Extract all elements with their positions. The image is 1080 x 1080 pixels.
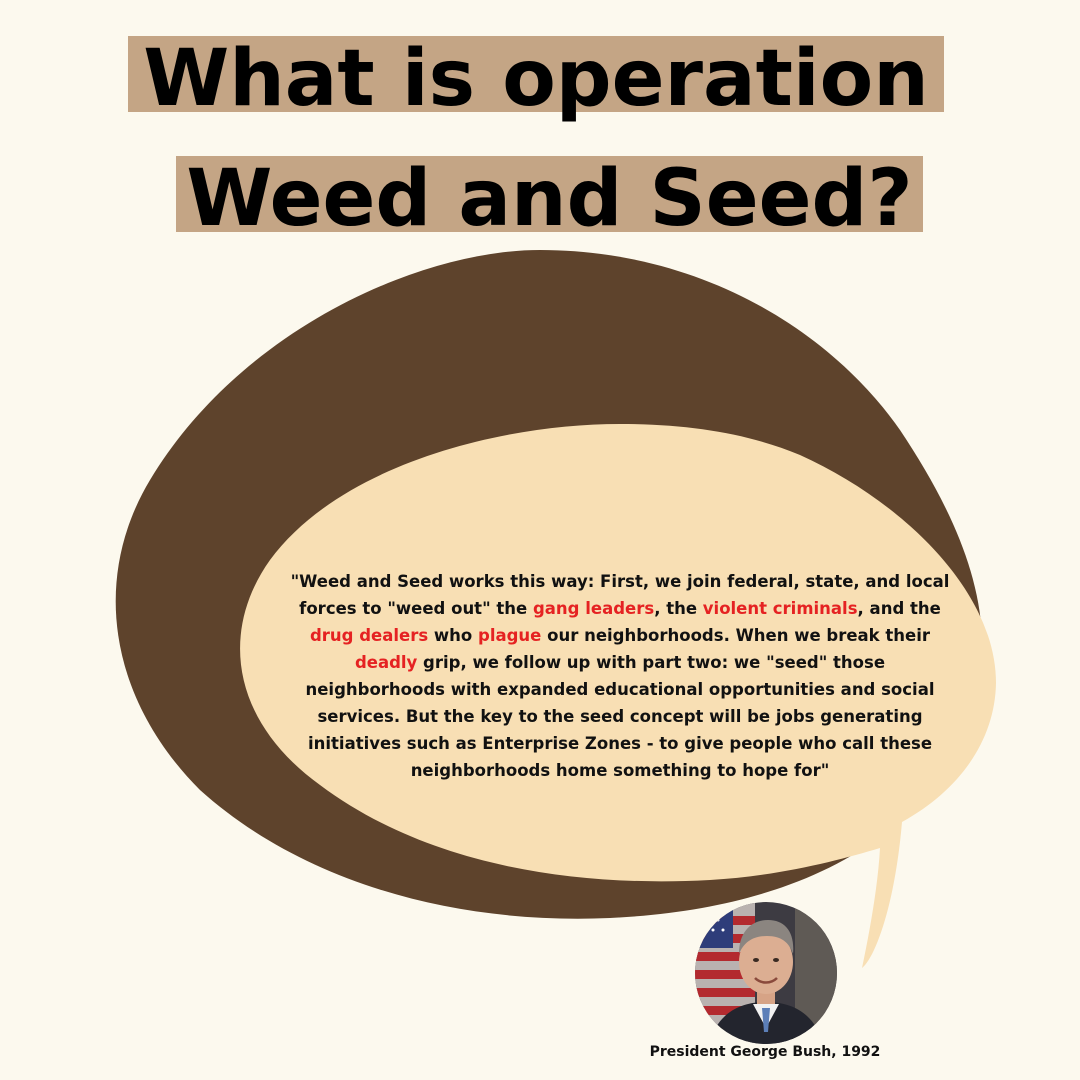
quote-segment: grip, we follow up with part two: we "se… [305, 653, 935, 780]
quote-highlight-deadly: deadly [354, 653, 418, 672]
quote-highlight-violent-criminals: violent criminals [702, 599, 858, 618]
quote-highlight-plague: plague [478, 626, 542, 645]
quote-highlight-gang-leaders: gang leaders [532, 599, 655, 618]
quote-segment: who [428, 626, 479, 645]
title-line-2: Weed and Seed? [176, 156, 923, 238]
quote-segment: our neighborhoods. When we break their [541, 626, 930, 645]
portrait-photo [695, 902, 837, 1044]
photo-caption: President George Bush, 1992 [649, 1044, 881, 1060]
quote-segment: , the [654, 599, 703, 618]
title-line-2-text: Weed and Seed? [186, 154, 913, 244]
title-line-1-text: What is operation [143, 34, 929, 124]
quote-segment: , and the [857, 599, 941, 618]
quote-highlight-drug-dealers: drug dealers [309, 626, 429, 645]
quote-text: "Weed and Seed works this way: First, we… [288, 568, 952, 784]
title-line-1: What is operation [128, 36, 944, 118]
